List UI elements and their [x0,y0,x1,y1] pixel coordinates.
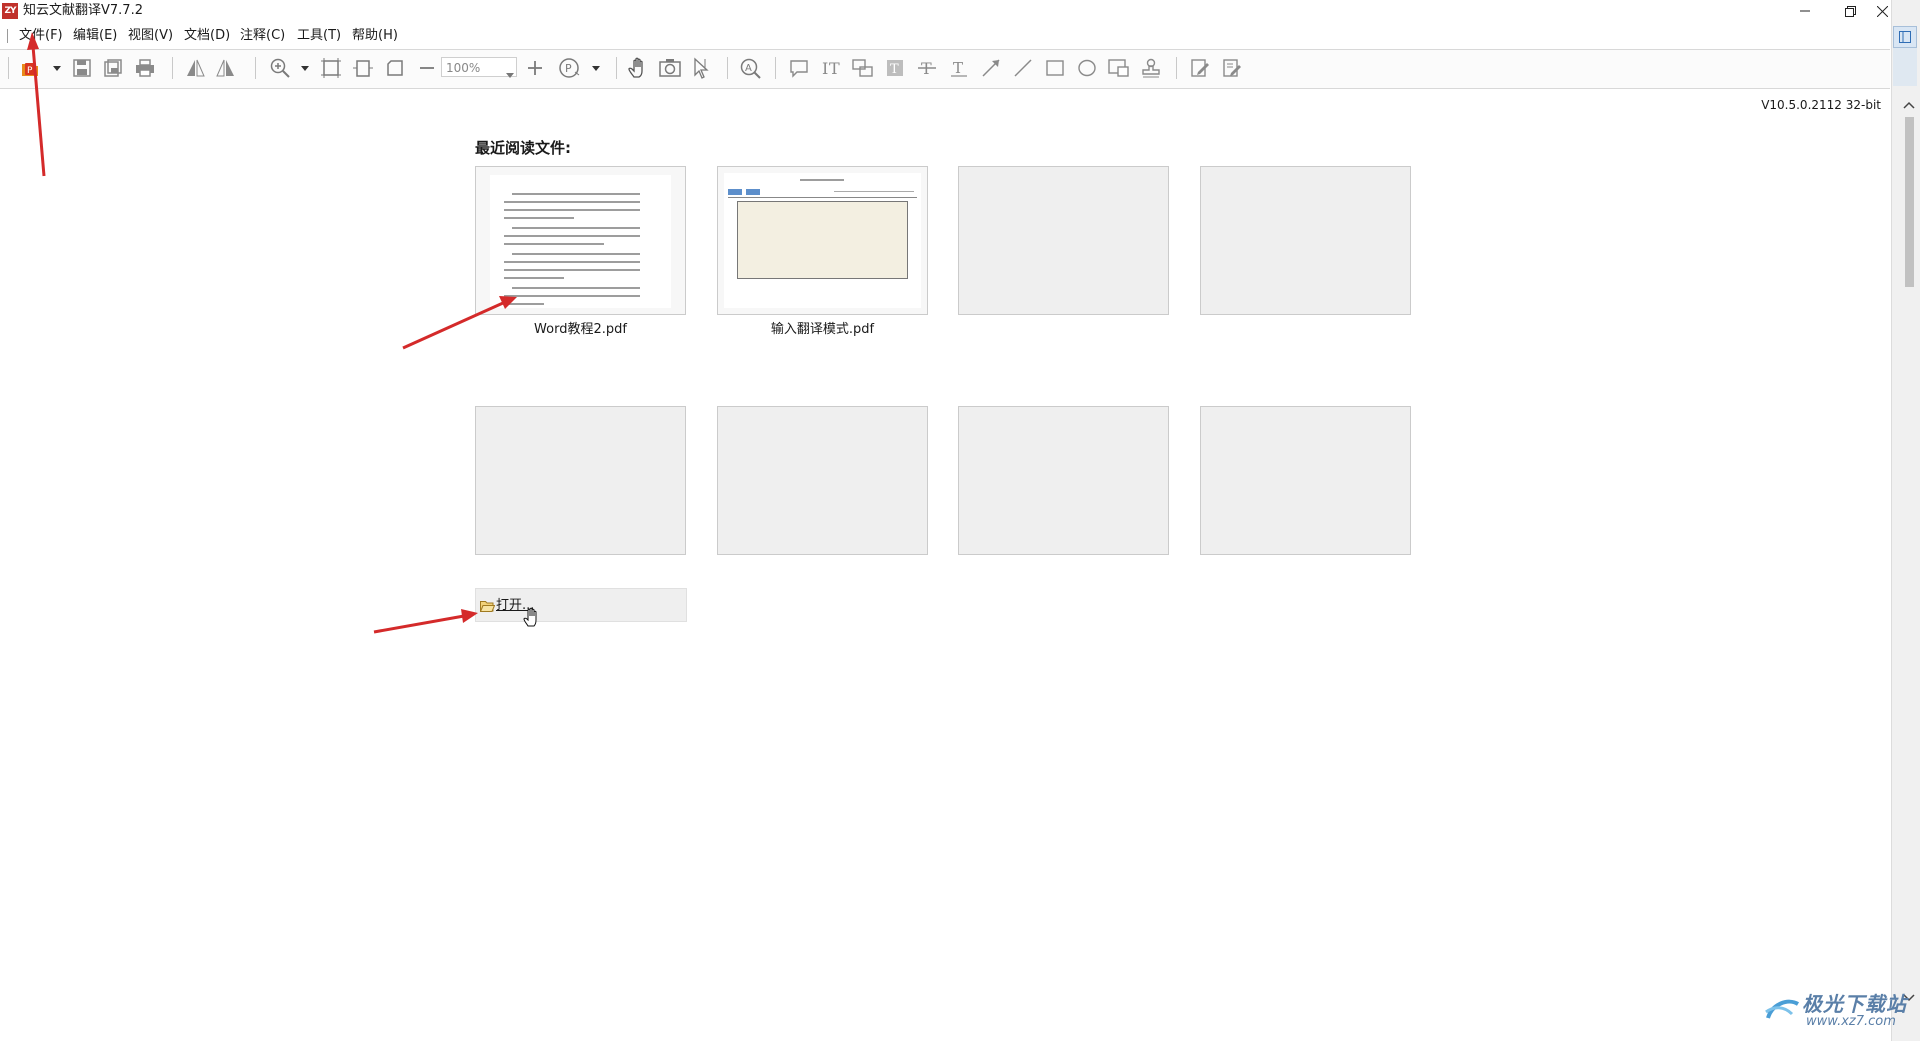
menu-bar: 文件(F) 编辑(E) 视图(V) 文档(D) 注释(C) 工具(T) 帮助(H… [0,24,1892,48]
annotation-arrow [373,609,478,634]
svg-text:T: T [829,59,840,78]
arrow-tool-icon[interactable] [978,56,1004,80]
svg-text:P: P [27,66,33,76]
vertical-scrollbar[interactable] [1900,95,1918,1035]
note-icon[interactable] [786,56,812,80]
open-file-button[interactable]: 打开... [475,588,687,622]
empty-recent-slot [958,166,1169,315]
watermark: 极光下载站 www.xz7.com [1762,988,1912,1032]
zoom-out-icon[interactable] [414,56,440,80]
close-window-button[interactable] [1872,0,1892,22]
recent-file-thumbnail[interactable] [475,166,686,315]
snapshot-icon[interactable] [657,56,683,80]
edit-form-icon[interactable] [1187,56,1213,80]
menu-grip [7,29,8,43]
flip-right-icon[interactable] [213,56,239,80]
zoom-select[interactable]: 100% [441,57,517,78]
restore-button[interactable] [1827,0,1873,22]
svg-text:T: T [953,59,963,77]
toolbar-separator [616,57,617,79]
svg-text:T: T [890,62,899,77]
callout-icon[interactable] [850,56,876,80]
select-text-icon[interactable] [689,56,715,80]
hand-tool-icon[interactable] [625,56,651,80]
fit-width-icon[interactable] [350,56,376,80]
svg-text:A: A [745,63,752,74]
ellipse-tool-icon[interactable] [1074,56,1100,80]
title-bar: ZY 知云文献翻译V7.7.2 [0,0,1892,24]
find-icon[interactable]: A [737,56,763,80]
window-title: 知云文献翻译V7.7.2 [23,3,143,18]
empty-recent-slot [1200,166,1411,315]
menu-help[interactable]: 帮助(H) [350,28,400,44]
svg-text:P: P [565,62,572,75]
print-icon[interactable] [132,56,158,80]
menu-tools[interactable]: 工具(T) [295,28,343,44]
page-navigation-dropdown-icon[interactable] [590,56,602,80]
rectangle-tool-icon[interactable] [1042,56,1068,80]
recent-files-heading: 最近阅读文件: [475,139,571,157]
menu-edit[interactable]: 编辑(E) [71,28,119,44]
image-annotation-icon[interactable] [1106,56,1132,80]
document-preview [490,175,671,308]
side-panel-tab-icon[interactable] [1893,26,1917,48]
watermark-url: www.xz7.com [1806,1014,1896,1029]
text-box-icon[interactable]: IT [818,56,844,80]
zoom-value: 100% [446,61,481,75]
recent-file-thumbnail[interactable] [717,166,928,315]
folder-open-icon [480,601,495,612]
toolbar-separator [1176,57,1177,79]
edit-form-alt-icon[interactable] [1219,56,1245,80]
recent-file-name[interactable]: Word教程2.pdf [475,322,686,338]
menu-annotate[interactable]: 注释(C) [238,28,287,44]
empty-recent-slot [958,406,1169,555]
toolbar-separator [255,57,256,79]
menu-view[interactable]: 视图(V) [126,28,175,44]
toolbar-grip [8,57,9,79]
fit-page-icon[interactable] [318,56,344,80]
watermark-brand: 极光下载站 [1802,992,1907,1016]
underline-icon[interactable]: T [946,56,972,80]
stamp-icon[interactable] [1138,56,1164,80]
highlight-text-icon[interactable]: T [882,56,908,80]
app-logo-icon: ZY [2,3,18,19]
empty-recent-slot [1200,406,1411,555]
minimize-button[interactable] [1782,0,1828,22]
page-navigation-icon[interactable]: P [556,56,582,80]
zoom-in-icon[interactable] [267,56,293,80]
strikeout-icon[interactable]: T [914,56,940,80]
recent-file-name[interactable]: 输入翻译模式.pdf [717,322,928,338]
zoom-tool-dropdown-icon[interactable] [299,56,311,80]
fit-visible-icon[interactable] [382,56,408,80]
zoom-dropdown-icon[interactable] [506,64,514,84]
save-as-icon[interactable] [100,56,126,80]
menu-file[interactable]: 文件(F) [17,28,65,44]
toolbar-separator [727,57,728,79]
menu-document[interactable]: 文档(D) [182,28,232,44]
watermark-logo-icon [1765,999,1800,1019]
zoom-plus-icon[interactable] [522,56,548,80]
toolbar-separator [172,57,173,79]
open-file-icon[interactable]: P [17,56,43,80]
side-panel-header [1893,48,1917,86]
svg-text:I: I [822,59,828,78]
empty-recent-slot [475,406,686,555]
empty-recent-slot [717,406,928,555]
scroll-up-icon[interactable] [1903,100,1915,112]
toolbar-separator [775,57,776,79]
version-label: V10.5.0.2112 32-bit [1761,98,1881,112]
save-icon[interactable] [69,56,95,80]
line-tool-icon[interactable] [1010,56,1036,80]
scrollbar-thumb[interactable] [1905,117,1914,287]
document-preview [724,173,921,308]
hand-cursor-icon [523,607,537,627]
open-dropdown-icon[interactable] [51,56,63,80]
flip-left-icon[interactable] [182,56,208,80]
